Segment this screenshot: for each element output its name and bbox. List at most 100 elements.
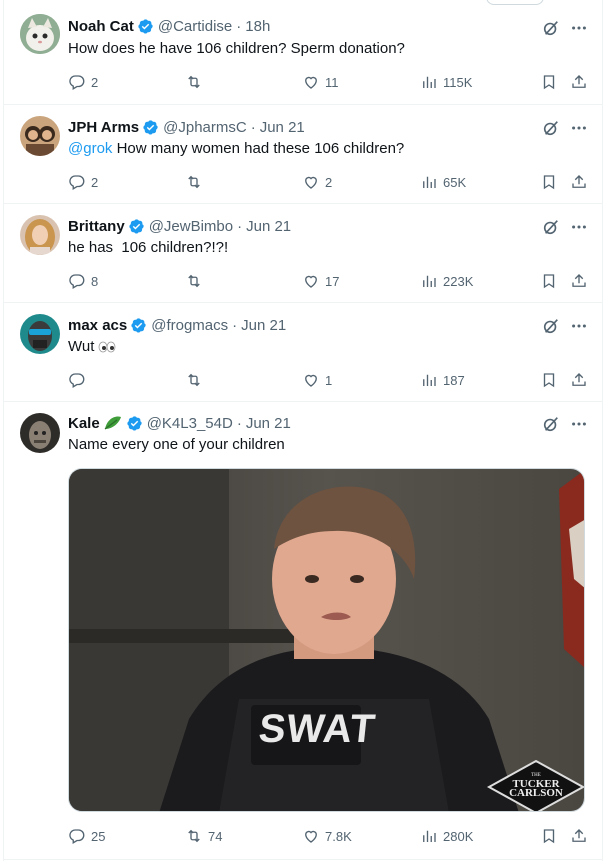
share-button[interactable] — [570, 172, 588, 192]
display-name[interactable]: Kale — [68, 415, 100, 432]
right-border — [602, 0, 603, 861]
like-button[interactable]: 17 — [302, 271, 339, 291]
tweet-media-image[interactable]: SWAT THE TUCKER CARLSON — [68, 468, 585, 812]
reply-icon — [69, 829, 85, 844]
heart-icon — [305, 275, 317, 288]
action-bar: 2 11 115K — [68, 72, 590, 92]
heart-icon — [305, 176, 317, 189]
action-bar: 8 17 223K — [68, 271, 590, 291]
views-chart-icon — [423, 76, 436, 88]
separator-dot: · — [236, 17, 242, 35]
more-options-icon[interactable] — [570, 218, 588, 236]
tucker-carlson-logo: THE TUCKER CARLSON — [497, 771, 575, 799]
bookmark-icon — [543, 175, 555, 190]
grok-icon[interactable] — [542, 218, 560, 236]
share-icon — [572, 274, 586, 287]
like-count: 11 — [325, 74, 339, 90]
more-options-icon[interactable] — [570, 317, 588, 335]
grok-icon[interactable] — [542, 415, 560, 433]
repost-button[interactable] — [185, 271, 208, 291]
share-icon — [572, 373, 586, 386]
like-button[interactable]: 7.8K — [302, 826, 352, 846]
share-button[interactable] — [570, 826, 588, 846]
bookmark-button[interactable] — [540, 826, 558, 846]
reply-button[interactable]: 2 — [68, 172, 98, 192]
tweet-header: JPH Arms @JpharmsC · Jun 21 — [68, 117, 305, 137]
like-button[interactable]: 2 — [302, 172, 332, 192]
timestamp[interactable]: Jun 21 — [260, 119, 305, 136]
more-options-icon[interactable] — [570, 415, 588, 433]
heart-icon — [305, 830, 317, 843]
avatar[interactable] — [20, 14, 60, 54]
tweet[interactable]: max acs @frogmacs · Jun 21 Wut 1 187 — [4, 302, 602, 402]
more-options-icon[interactable] — [570, 19, 588, 37]
bookmark-button[interactable] — [540, 72, 558, 92]
views-chart-icon — [423, 275, 436, 287]
share-button[interactable] — [570, 370, 588, 390]
like-count: 2 — [325, 174, 333, 190]
tweet[interactable]: JPH Arms @JpharmsC · Jun 21 @grok How ma… — [4, 104, 602, 204]
tweet-text-body: How many women had these 106 children? — [112, 140, 405, 157]
views-button[interactable]: 65K — [420, 172, 466, 192]
like-count: 7.8K — [325, 828, 352, 844]
views-button[interactable]: 280K — [420, 826, 473, 846]
handle[interactable]: @K4L3_54D — [147, 415, 233, 432]
avatar[interactable] — [20, 314, 60, 354]
bookmark-button[interactable] — [540, 172, 558, 192]
view-count: 65K — [443, 174, 467, 190]
bookmark-button[interactable] — [540, 370, 558, 390]
grok-icon[interactable] — [542, 19, 560, 37]
bookmark-icon — [543, 75, 555, 90]
repost-button[interactable] — [185, 72, 208, 92]
display-name[interactable]: Brittany — [68, 218, 125, 235]
views-chart-icon — [423, 830, 436, 842]
timestamp[interactable]: Jun 21 — [241, 317, 286, 334]
action-bar: 2 2 65K — [68, 172, 590, 192]
repost-button[interactable] — [185, 370, 208, 390]
like-button[interactable]: 1 — [302, 370, 332, 390]
repost-button[interactable]: 74 — [185, 826, 222, 846]
display-name[interactable]: Noah Cat — [68, 18, 134, 35]
handle[interactable]: @JewBimbo — [149, 218, 233, 235]
display-name[interactable]: JPH Arms — [68, 119, 139, 136]
share-button[interactable] — [570, 271, 588, 291]
reply-button[interactable]: 8 — [68, 271, 98, 291]
more-options-icon[interactable] — [570, 119, 588, 137]
share-button[interactable] — [570, 72, 588, 92]
reply-count: 2 — [91, 74, 99, 90]
view-count: 280K — [443, 828, 474, 844]
grok-icon[interactable] — [542, 317, 560, 335]
timestamp[interactable]: 18h — [245, 18, 270, 35]
reply-count: 2 — [91, 174, 99, 190]
handle[interactable]: @frogmacs — [151, 317, 228, 334]
display-name[interactable]: max acs — [68, 317, 127, 334]
tweet-text: he has 106 children?!?! — [68, 239, 229, 256]
views-button[interactable]: 223K — [420, 271, 473, 291]
tweet-header: max acs @frogmacs · Jun 21 — [68, 315, 286, 335]
handle[interactable]: @JpharmsC — [163, 119, 247, 136]
verified-badge-icon — [138, 18, 153, 34]
reply-button[interactable]: 2 — [68, 72, 98, 92]
views-button[interactable]: 115K — [420, 72, 472, 92]
avatar[interactable] — [20, 413, 60, 453]
avatar[interactable] — [20, 116, 60, 156]
tweet[interactable]: Noah Cat @Cartidise · 18h How does he ha… — [4, 0, 602, 105]
reply-button[interactable] — [68, 370, 91, 390]
mention-link[interactable]: @grok — [68, 140, 112, 157]
timestamp[interactable]: Jun 21 — [246, 415, 291, 432]
separator-dot: · — [237, 217, 243, 235]
action-bar: 1 187 — [68, 370, 590, 390]
tweet[interactable]: Brittany @JewBimbo · Jun 21 he has 106 c… — [4, 203, 602, 303]
timestamp[interactable]: Jun 21 — [246, 218, 291, 235]
like-button[interactable]: 11 — [302, 72, 339, 92]
repost-button[interactable] — [185, 172, 208, 192]
repost-icon — [188, 829, 200, 843]
repost-icon — [188, 175, 200, 189]
views-button[interactable]: 187 — [420, 370, 465, 390]
avatar[interactable] — [20, 215, 60, 255]
reply-button[interactable]: 25 — [68, 826, 105, 846]
bookmark-button[interactable] — [540, 271, 558, 291]
grok-icon[interactable] — [542, 119, 560, 137]
handle[interactable]: @Cartidise — [158, 18, 232, 35]
like-count: 17 — [325, 273, 340, 289]
